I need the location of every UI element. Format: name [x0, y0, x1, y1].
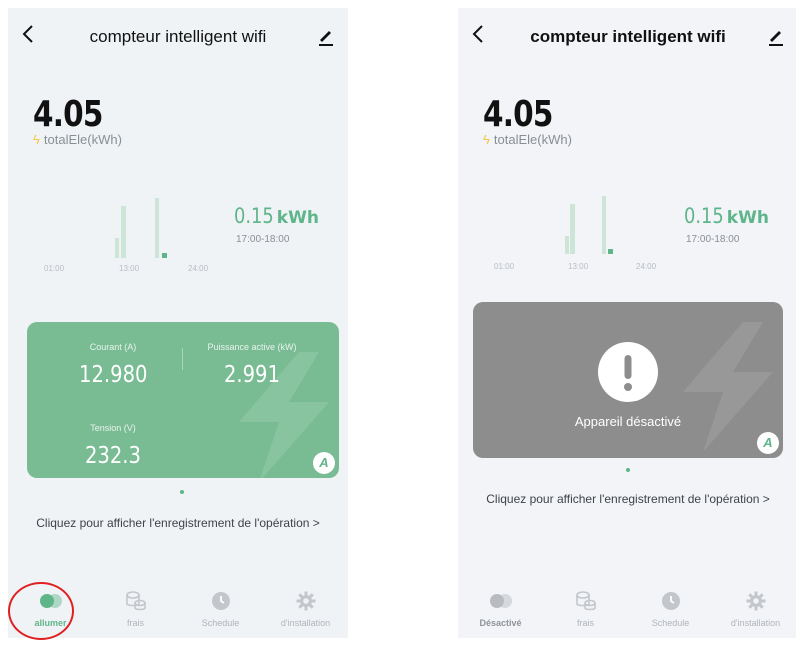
- chart-selected-value: 0.15 kWh: [234, 204, 319, 228]
- tab-schedule[interactable]: Schedule: [178, 588, 263, 628]
- current-label: Courant (A): [89, 342, 137, 352]
- pencil-icon[interactable]: [316, 26, 336, 46]
- total-energy-label-text: totalEle(kWh): [493, 132, 572, 147]
- chart-bar: [602, 196, 606, 254]
- disabled-card: Appareil désactivé A: [473, 302, 783, 458]
- tab-schedule[interactable]: Schedule: [628, 588, 713, 628]
- toggle-icon: [489, 594, 512, 608]
- chart-tick: 24:00: [636, 262, 657, 271]
- chart-tick: 13:00: [568, 262, 589, 271]
- bolt-icon: ϟ: [483, 132, 490, 147]
- page-title: compteur intelligent wifi: [530, 27, 726, 46]
- total-energy-label: ϟ totalEle(kWh): [483, 132, 572, 147]
- tab-label: frais: [126, 618, 144, 628]
- chart-selected-range: 17:00-18:00: [236, 234, 290, 245]
- chart-selected-value: 0.15 kWh: [684, 204, 769, 228]
- chart-unit: kWh: [276, 208, 319, 228]
- chart-bar: [570, 204, 575, 254]
- voltage-label: Tension (V): [90, 423, 136, 433]
- operation-log-link[interactable]: Cliquez pour afficher l'enregistrement d…: [458, 492, 796, 506]
- tab-label: d'installation: [280, 618, 331, 628]
- divider: [182, 348, 183, 370]
- device-screen-disabled: compteur intelligent wifi 4.05 ϟ totalEle…: [458, 8, 796, 638]
- tab-label: Schedule: [651, 618, 690, 628]
- page-indicator-dot: [626, 468, 630, 472]
- tab-label: Schedule: [201, 618, 240, 628]
- chart-unit: kWh: [726, 208, 769, 228]
- coins-icon: [125, 591, 146, 611]
- chart-selected-range: 17:00-18:00: [686, 234, 740, 245]
- power-value: 2.991: [224, 362, 280, 388]
- tab-cost[interactable]: frais: [93, 588, 178, 628]
- tab-power[interactable]: Désactivé: [458, 588, 543, 628]
- bolt-icon: ϟ: [33, 132, 40, 147]
- total-energy-label: ϟ totalEle(kWh): [33, 132, 122, 147]
- highlight-circle: [8, 582, 74, 640]
- header: compteur intelligent wifi: [8, 8, 348, 64]
- current-value: 12.980: [78, 362, 148, 388]
- tab-settings[interactable]: d'installation: [263, 588, 348, 628]
- clock-icon: [661, 592, 680, 610]
- chart-bar: [162, 253, 167, 258]
- total-energy-value: 4.05: [483, 94, 553, 135]
- warning-icon: [598, 342, 658, 402]
- chart-tick: 13:00: [119, 264, 140, 273]
- power-label: Puissance active (kW): [207, 342, 297, 352]
- coins-icon: [575, 591, 596, 611]
- chart-tick: 24:00: [188, 264, 209, 273]
- bottom-tab-bar: Désactivé frais Schedule d'installation: [458, 588, 796, 638]
- total-energy-label-text: totalEle(kWh): [43, 132, 122, 147]
- tab-settings[interactable]: d'installation: [713, 588, 796, 628]
- auto-badge[interactable]: A: [757, 432, 779, 454]
- total-energy-value: 4.05: [33, 94, 103, 135]
- tab-label: d'installation: [730, 618, 781, 628]
- auto-badge[interactable]: A: [313, 452, 335, 474]
- chart-value: 0.15: [234, 204, 274, 228]
- device-screen-on: compteur intelligent wifi 4.05 ϟ totalEle…: [8, 8, 348, 638]
- page-indicator-dot: [180, 490, 184, 494]
- voltage-value: 232.3: [85, 443, 141, 469]
- chart-bar: [608, 249, 613, 254]
- tab-label: Désactivé: [479, 618, 522, 628]
- tab-cost[interactable]: frais: [543, 588, 628, 628]
- chart-bar: [155, 198, 159, 258]
- chart-tick: 01:00: [494, 262, 515, 271]
- disabled-message: Appareil désactivé: [574, 414, 682, 429]
- operation-log-link[interactable]: Cliquez pour afficher l'enregistrement d…: [8, 516, 348, 530]
- header: compteur intelligent wifi: [458, 8, 796, 64]
- page-title: compteur intelligent wifi: [89, 27, 267, 46]
- chart-bar: [121, 206, 126, 258]
- clock-icon: [211, 592, 230, 610]
- chart-tick: 01:00: [44, 264, 65, 273]
- metrics-card[interactable]: Courant (A) 12.980 Puissance active (kW)…: [27, 322, 339, 478]
- chart-bar: [115, 238, 119, 258]
- chart-bar: [565, 236, 569, 254]
- chart-value: 0.15: [684, 204, 724, 228]
- gear-icon: [746, 591, 765, 611]
- gear-icon: [296, 591, 315, 611]
- pencil-icon[interactable]: [766, 26, 786, 46]
- tab-label: frais: [576, 618, 594, 628]
